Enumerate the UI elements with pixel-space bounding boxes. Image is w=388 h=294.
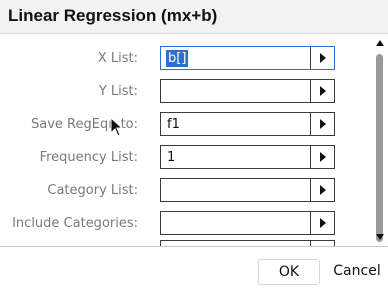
dialog-footer: OK Cancel <box>0 246 388 294</box>
ok-button[interactable]: OK <box>258 259 320 285</box>
frequency-list-field[interactable]: 1 <box>160 145 335 169</box>
scroll-thumb[interactable] <box>376 54 383 242</box>
save-regeqn-row: Save RegEqn to: f1 <box>0 112 372 138</box>
x-list-label: X List: <box>97 51 138 66</box>
vertical-scrollbar[interactable] <box>372 34 388 246</box>
scroll-down-arrow-icon[interactable] <box>376 234 384 240</box>
x-list-row: X List: b[] <box>0 46 372 72</box>
y-list-row: Y List: <box>0 79 372 105</box>
dialog-form: X List: b[] Y List: Save RegEqn to: f1 F… <box>0 34 372 246</box>
frequency-list-row: Frequency List: 1 <box>0 145 372 171</box>
save-regeqn-dropdown-button[interactable] <box>310 113 334 135</box>
save-regeqn-field[interactable]: f1 <box>160 112 335 136</box>
x-list-dropdown-button[interactable] <box>310 47 334 69</box>
x-list-value[interactable]: b[] <box>166 50 189 67</box>
category-list-dropdown-button[interactable] <box>310 179 334 201</box>
cancel-button[interactable]: Cancel <box>326 259 388 285</box>
frequency-list-dropdown-button[interactable] <box>310 146 334 168</box>
include-categories-row: Include Categories: <box>0 211 372 237</box>
category-list-field[interactable] <box>160 178 335 202</box>
scroll-up-arrow-icon[interactable] <box>376 40 384 46</box>
dialog-title: Linear Regression (mx+b) <box>8 6 218 25</box>
y-list-field[interactable] <box>160 79 335 103</box>
x-list-field[interactable]: b[] <box>160 46 335 70</box>
include-categories-field[interactable] <box>160 211 335 235</box>
category-list-row: Category List: <box>0 178 372 204</box>
include-categories-dropdown-button[interactable] <box>310 212 334 234</box>
y-list-label: Y List: <box>98 84 138 99</box>
frequency-list-label: Frequency List: <box>39 150 138 165</box>
dialog-titlebar: Linear Regression (mx+b) <box>0 0 388 34</box>
include-categories-label: Include Categories: <box>12 216 138 231</box>
mouse-pointer-icon <box>110 117 124 137</box>
save-regeqn-value[interactable]: f1 <box>167 117 180 132</box>
category-list-label: Category List: <box>47 183 138 198</box>
frequency-list-value[interactable]: 1 <box>167 150 175 165</box>
y-list-dropdown-button[interactable] <box>310 80 334 102</box>
